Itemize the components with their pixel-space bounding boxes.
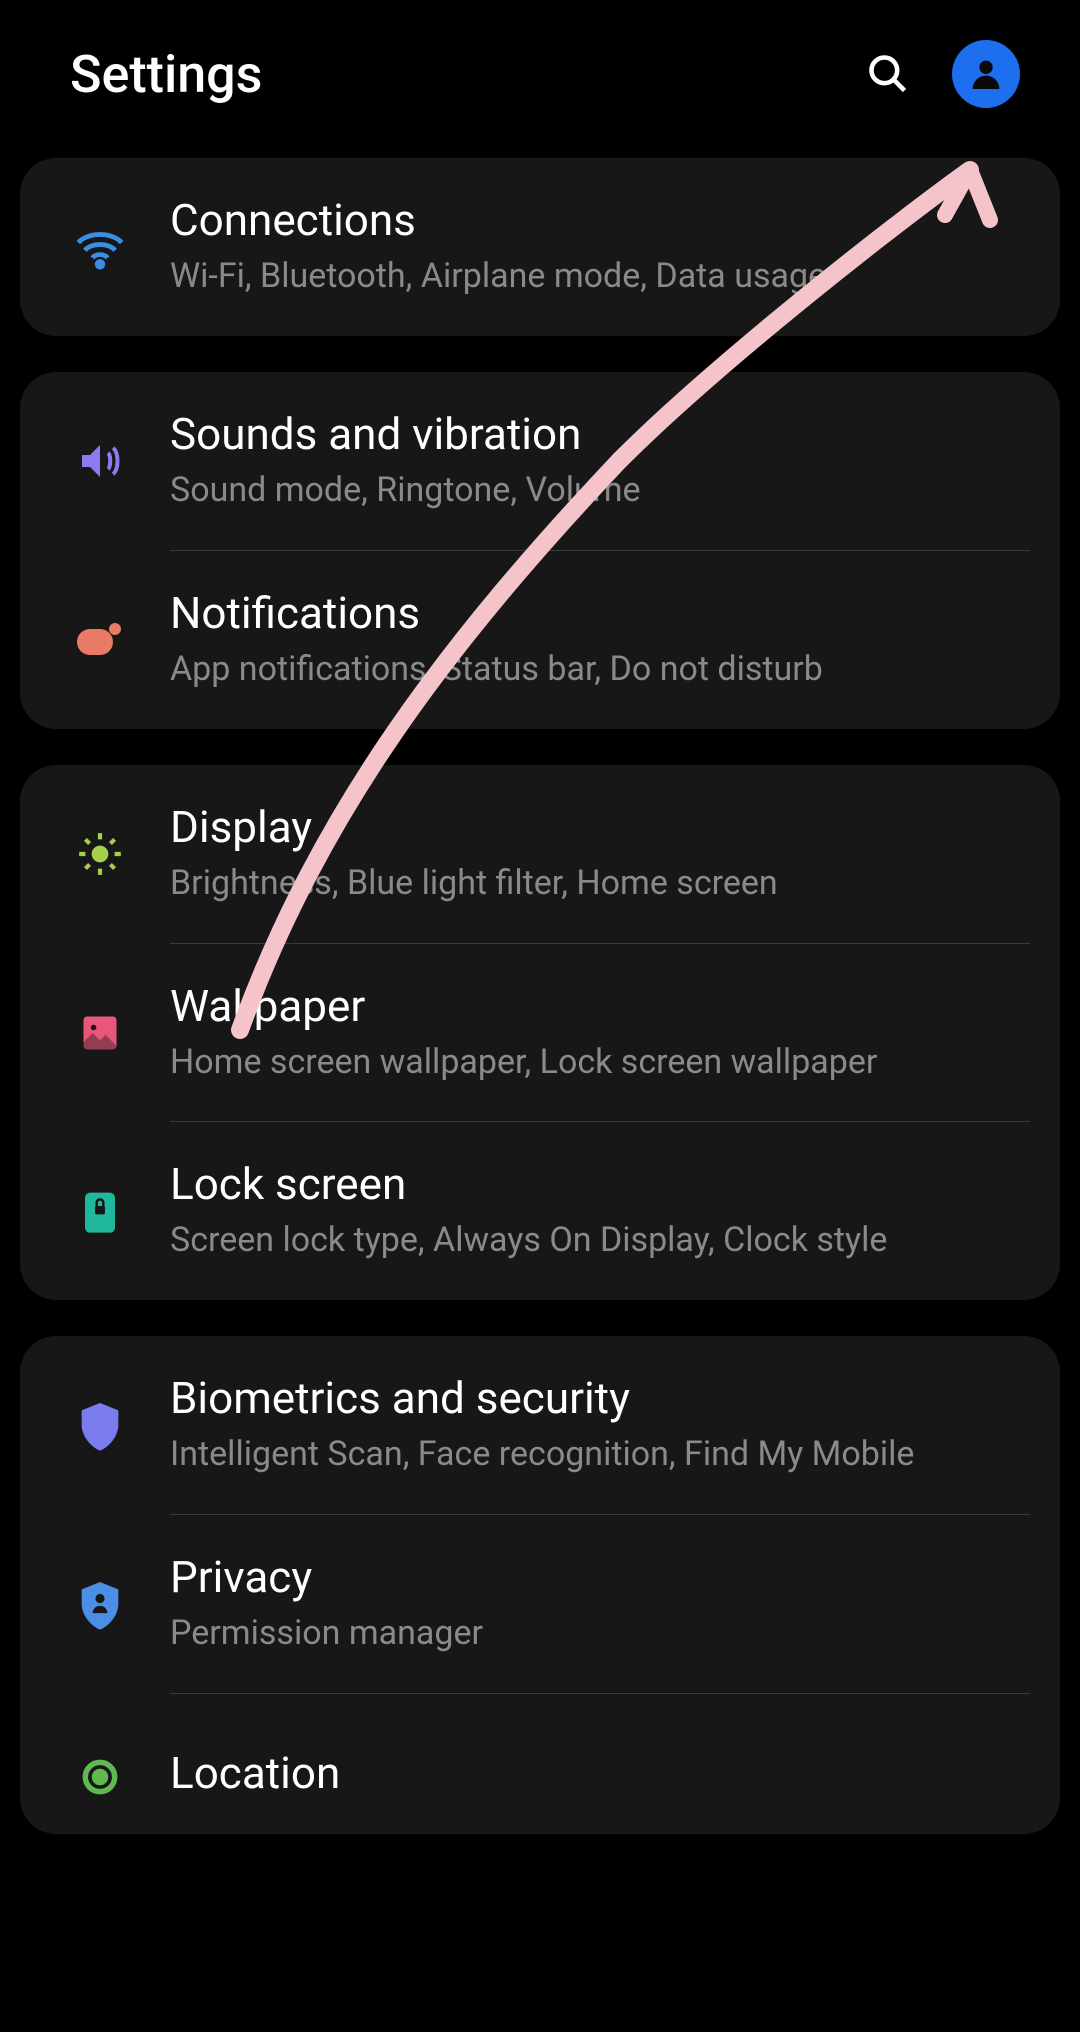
settings-row-sounds[interactable]: Sounds and vibration Sound mode, Rington… — [20, 372, 1060, 550]
location-icon — [60, 1755, 140, 1799]
settings-row-lockscreen[interactable]: Lock screen Screen lock type, Always On … — [20, 1122, 1060, 1300]
row-title: Lock screen — [170, 1158, 1030, 1210]
lock-icon — [60, 1187, 140, 1235]
settings-row-notifications[interactable]: Notifications App notifications, Status … — [20, 551, 1060, 729]
page-title: Settings — [70, 44, 262, 105]
row-subtitle: App notifications, Status bar, Do not di… — [170, 647, 1030, 693]
row-title: Notifications — [170, 587, 1030, 639]
search-button[interactable] — [864, 50, 912, 98]
privacy-icon — [60, 1578, 140, 1630]
wallpaper-icon — [60, 1011, 140, 1055]
sound-icon — [60, 437, 140, 485]
row-subtitle: Intelligent Scan, Face recognition, Find… — [170, 1432, 1030, 1478]
settings-group-security: Biometrics and security Intelligent Scan… — [20, 1336, 1060, 1834]
row-text: Display Brightness, Blue light filter, H… — [140, 801, 1030, 907]
person-icon — [966, 54, 1006, 94]
settings-row-location[interactable]: Location — [20, 1694, 1060, 1834]
row-title: Location — [170, 1747, 1030, 1799]
row-subtitle: Brightness, Blue light filter, Home scre… — [170, 861, 1030, 907]
row-text: Privacy Permission manager — [140, 1551, 1030, 1657]
settings-row-biometrics[interactable]: Biometrics and security Intelligent Scan… — [20, 1336, 1060, 1514]
settings-row-privacy[interactable]: Privacy Permission manager — [20, 1515, 1060, 1693]
row-text: Sounds and vibration Sound mode, Rington… — [140, 408, 1030, 514]
row-title: Connections — [170, 194, 1030, 246]
wifi-icon — [60, 221, 140, 273]
row-title: Biometrics and security — [170, 1372, 1030, 1424]
row-title: Display — [170, 801, 1030, 853]
header-actions — [864, 40, 1020, 108]
row-subtitle: Home screen wallpaper, Lock screen wallp… — [170, 1040, 1030, 1086]
brightness-icon — [60, 829, 140, 879]
profile-button[interactable] — [952, 40, 1020, 108]
header: Settings — [0, 0, 1080, 158]
settings-list[interactable]: Connections Wi-Fi, Bluetooth, Airplane m… — [0, 158, 1080, 1834]
row-subtitle: Permission manager — [170, 1611, 1030, 1657]
row-title: Sounds and vibration — [170, 408, 1030, 460]
row-text: Notifications App notifications, Status … — [140, 587, 1030, 693]
settings-row-display[interactable]: Display Brightness, Blue light filter, H… — [20, 765, 1060, 943]
settings-group-connections: Connections Wi-Fi, Bluetooth, Airplane m… — [20, 158, 1060, 336]
row-subtitle: Screen lock type, Always On Display, Clo… — [170, 1218, 1030, 1264]
row-text: Connections Wi-Fi, Bluetooth, Airplane m… — [140, 194, 1030, 300]
row-text: Location — [140, 1747, 1030, 1807]
settings-row-connections[interactable]: Connections Wi-Fi, Bluetooth, Airplane m… — [20, 158, 1060, 336]
row-text: Lock screen Screen lock type, Always On … — [140, 1158, 1030, 1264]
row-subtitle: Sound mode, Ringtone, Volume — [170, 468, 1030, 514]
notifications-icon — [60, 621, 140, 659]
row-title: Privacy — [170, 1551, 1030, 1603]
settings-group-display: Display Brightness, Blue light filter, H… — [20, 765, 1060, 1301]
row-title: Wallpaper — [170, 980, 1030, 1032]
row-subtitle: Wi-Fi, Bluetooth, Airplane mode, Data us… — [170, 254, 1030, 300]
search-icon — [866, 52, 910, 96]
settings-row-wallpaper[interactable]: Wallpaper Home screen wallpaper, Lock sc… — [20, 944, 1060, 1122]
settings-group-sounds: Sounds and vibration Sound mode, Rington… — [20, 372, 1060, 729]
row-text: Biometrics and security Intelligent Scan… — [140, 1372, 1030, 1478]
shield-icon — [60, 1399, 140, 1451]
row-text: Wallpaper Home screen wallpaper, Lock sc… — [140, 980, 1030, 1086]
